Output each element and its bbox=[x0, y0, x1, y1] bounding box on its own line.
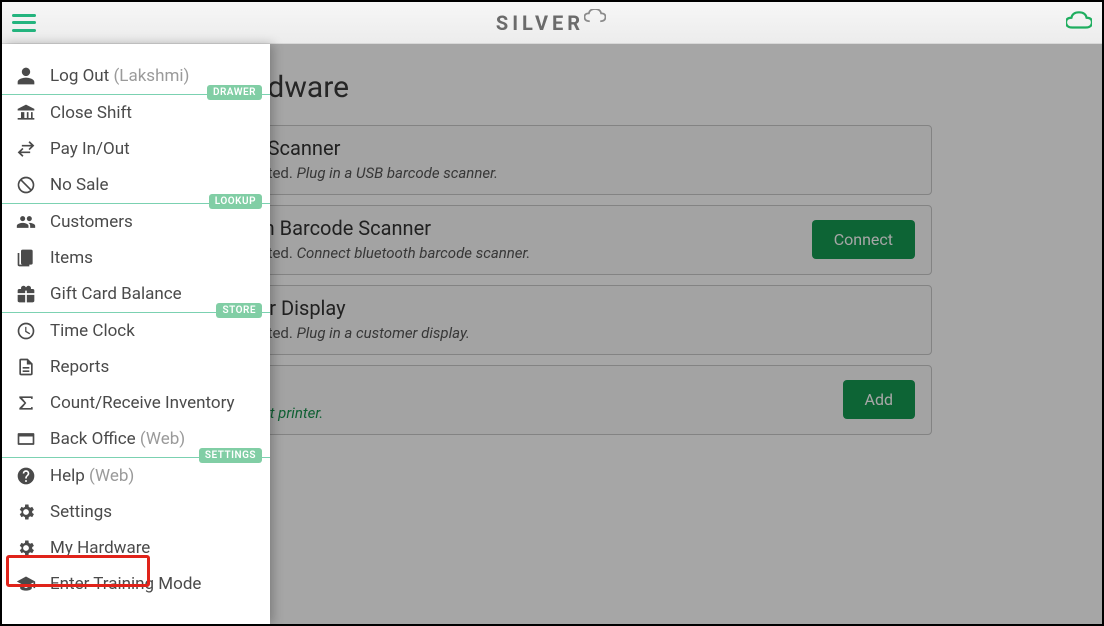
menu-my-hardware[interactable]: My Hardware bbox=[2, 530, 270, 566]
menu-toggle[interactable] bbox=[12, 14, 36, 32]
sigma-icon bbox=[16, 393, 36, 413]
menu-item-label: No Sale bbox=[50, 175, 109, 195]
people-icon bbox=[16, 212, 36, 232]
menu-item-label: Reports bbox=[50, 357, 109, 377]
menu-item-label: Count/Receive Inventory bbox=[50, 393, 235, 413]
menu-item-label: Help bbox=[50, 466, 85, 486]
block-icon bbox=[16, 175, 36, 195]
help-icon bbox=[16, 466, 36, 486]
gear-icon bbox=[16, 502, 36, 522]
menu-item-label: Enter Training Mode bbox=[50, 574, 201, 594]
brand-cloud-icon bbox=[584, 9, 606, 23]
sidebar-drawer: Log Out (Lakshmi) DRAWER Close Shift Pay… bbox=[2, 44, 270, 624]
menu-settings[interactable]: Settings bbox=[2, 494, 270, 530]
person-icon bbox=[16, 66, 36, 86]
menu-reports[interactable]: Reports bbox=[2, 349, 270, 385]
book-icon bbox=[16, 248, 36, 268]
menu-item-label: Pay In/Out bbox=[50, 139, 130, 159]
menu-time-clock[interactable]: Time Clock bbox=[2, 313, 270, 349]
menu-close-shift[interactable]: Close Shift bbox=[2, 95, 270, 131]
menu-item-label: Log Out bbox=[50, 66, 109, 86]
brand-logo: SILVER bbox=[496, 11, 606, 35]
cloud-status-icon[interactable] bbox=[1066, 11, 1092, 35]
clock-icon bbox=[16, 321, 36, 341]
bank-icon bbox=[16, 103, 36, 123]
gift-icon bbox=[16, 284, 36, 304]
menu-item-label: Gift Card Balance bbox=[50, 284, 182, 304]
menu-item-sublabel: (Lakshmi) bbox=[113, 66, 189, 86]
menu-item-label: Items bbox=[50, 248, 93, 268]
web-icon bbox=[16, 429, 36, 449]
menu-items[interactable]: Items bbox=[2, 240, 270, 276]
menu-help[interactable]: Help (Web) bbox=[2, 458, 270, 494]
menu-pay-in-out[interactable]: Pay In/Out bbox=[2, 131, 270, 167]
menu-item-sublabel: (Web) bbox=[89, 466, 134, 486]
menu-item-label: Customers bbox=[50, 212, 133, 232]
menu-item-sublabel: (Web) bbox=[140, 429, 185, 449]
document-icon bbox=[16, 357, 36, 377]
menu-item-label: Time Clock bbox=[50, 321, 135, 341]
swap-icon bbox=[16, 139, 36, 159]
menu-item-label: Settings bbox=[50, 502, 112, 522]
menu-training-mode[interactable]: Enter Training Mode bbox=[2, 566, 270, 602]
hardware-icon bbox=[16, 538, 36, 558]
menu-item-label: My Hardware bbox=[50, 538, 150, 558]
menu-item-label: Close Shift bbox=[50, 103, 132, 123]
menu-item-label: Back Office bbox=[50, 429, 136, 449]
menu-inventory[interactable]: Count/Receive Inventory bbox=[2, 385, 270, 421]
menu-customers[interactable]: Customers bbox=[2, 204, 270, 240]
school-icon bbox=[16, 574, 36, 594]
